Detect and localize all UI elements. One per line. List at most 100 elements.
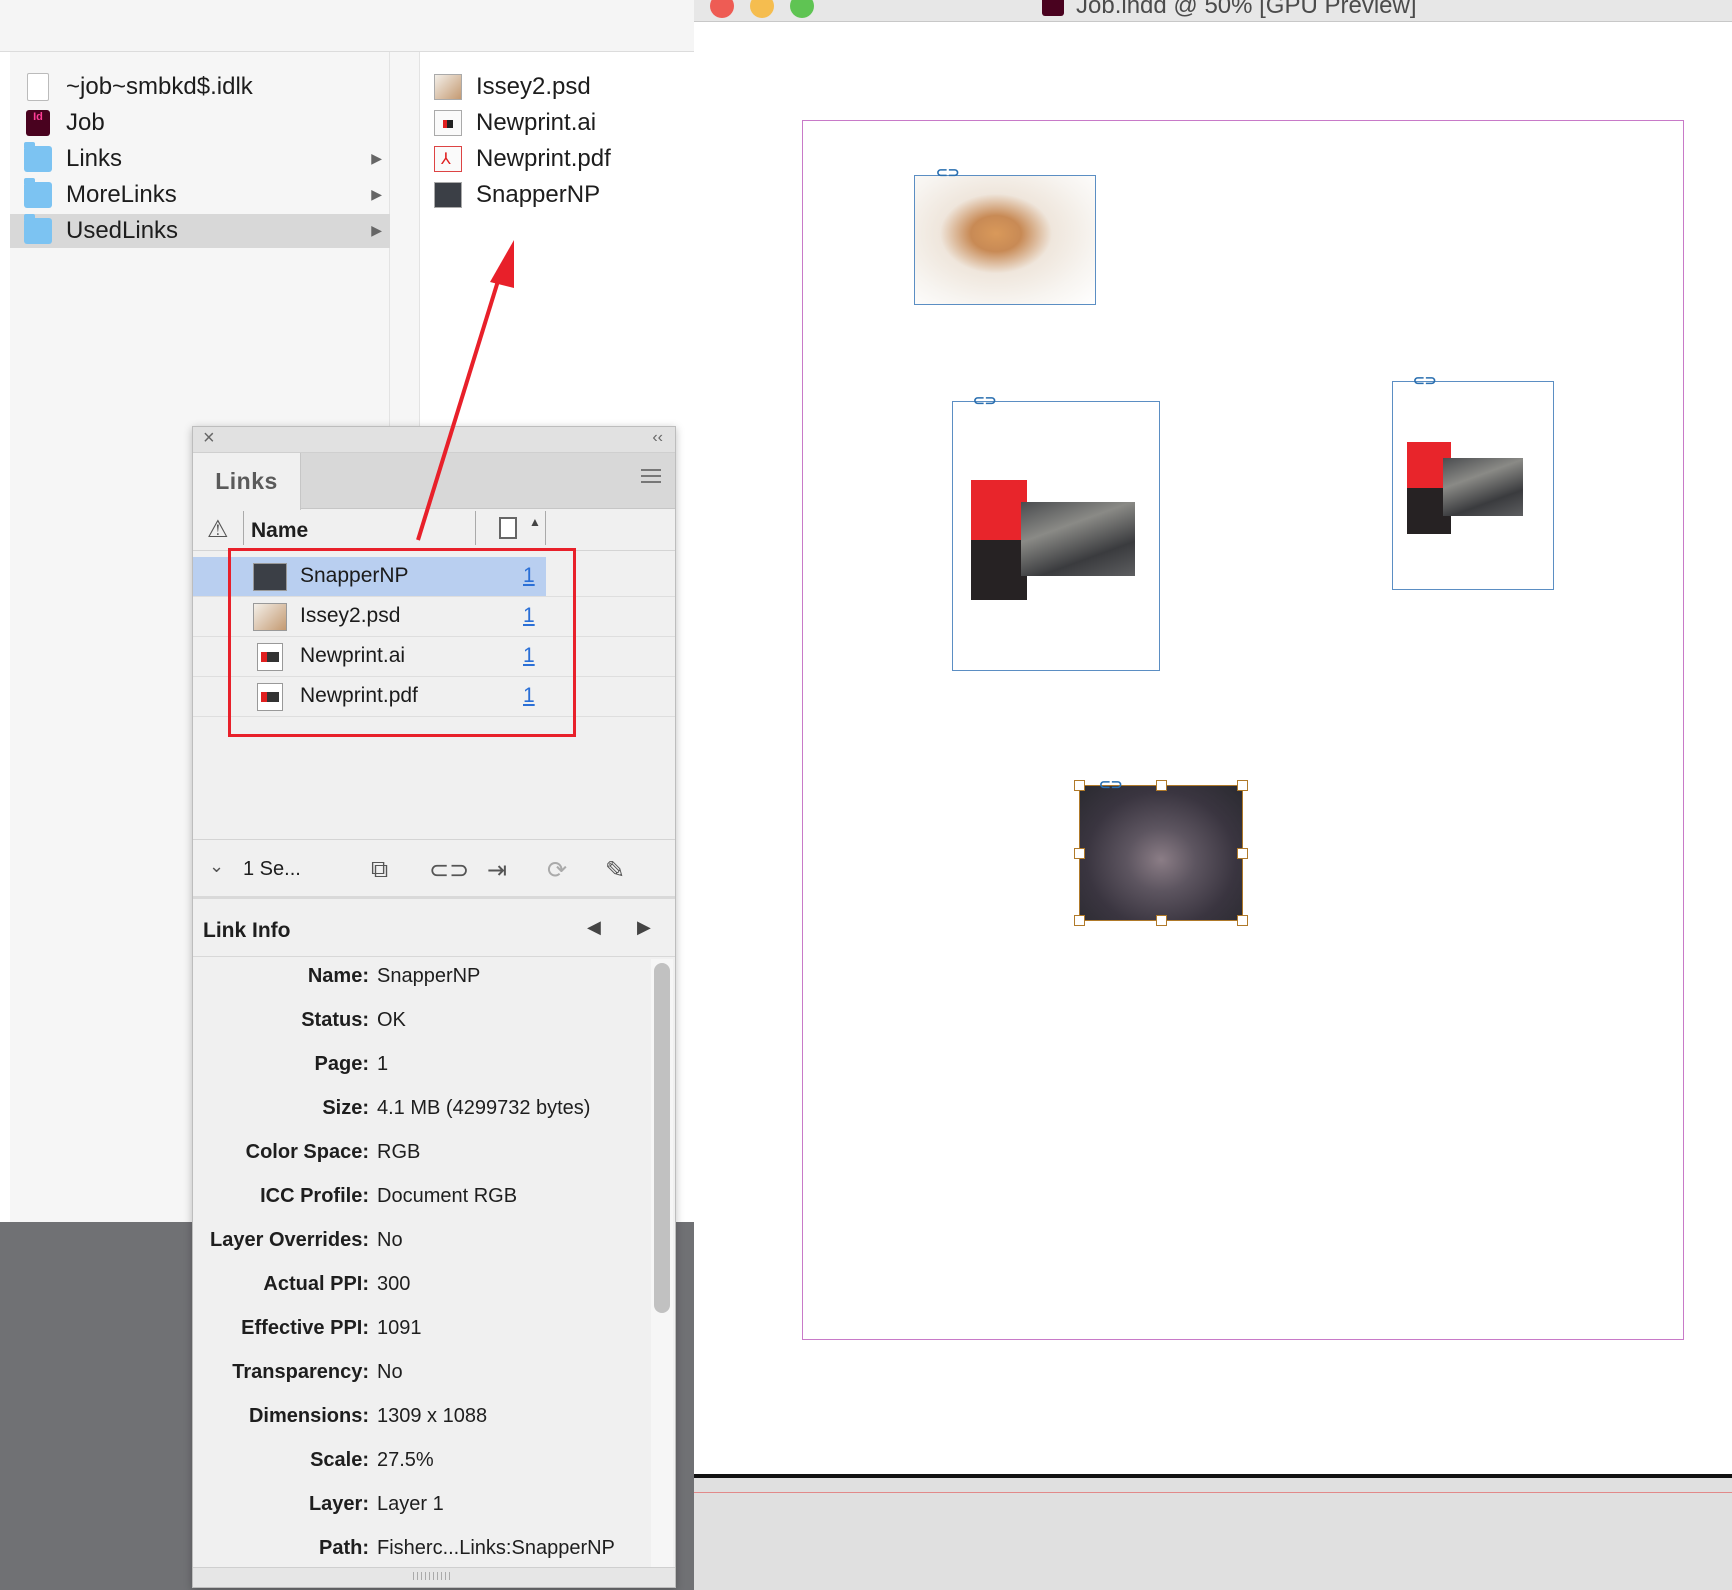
chevron-down-icon[interactable]: ⌄ bbox=[209, 856, 224, 877]
document-page[interactable]: ⊂⊃ ⊂⊃ ⊂⊃ ⊂⊃ bbox=[802, 120, 1684, 1340]
info-row-page: Page: 1 bbox=[193, 1053, 653, 1083]
folder-icon bbox=[24, 214, 52, 244]
info-value: 1309 x 1088 bbox=[377, 1405, 488, 1427]
scrollbar-thumb[interactable] bbox=[654, 963, 670, 1313]
previous-link-icon[interactable]: ◀ bbox=[587, 917, 601, 938]
info-row-transparency: Transparency: No bbox=[193, 1361, 653, 1391]
selection-handle[interactable] bbox=[1074, 915, 1085, 926]
cat-photo bbox=[915, 176, 1095, 304]
selection-handle[interactable] bbox=[1074, 848, 1085, 859]
disclosure-arrow-icon: ▶ bbox=[371, 150, 382, 166]
pasteboard-bottom bbox=[694, 1474, 1732, 1590]
black-block bbox=[971, 540, 1027, 600]
relink-from-cc-icon[interactable]: ⧉ bbox=[371, 856, 388, 884]
info-label: Dimensions: bbox=[248, 1405, 369, 1427]
collapse-panel-icon[interactable]: ‹‹ bbox=[652, 429, 663, 447]
selection-handle[interactable] bbox=[1156, 915, 1167, 926]
next-link-icon[interactable]: ▶ bbox=[637, 917, 651, 938]
info-label: Color Space: bbox=[245, 1141, 369, 1163]
ai-file-icon bbox=[434, 110, 462, 136]
finder-item-label: MoreLinks bbox=[66, 181, 177, 208]
annotation-highlight-box bbox=[228, 548, 576, 737]
edit-original-icon[interactable]: ✎ bbox=[605, 856, 625, 885]
link-badge-icon: ⊂⊃ bbox=[1099, 776, 1123, 792]
finder-item-idlk[interactable]: ~job~smbkd$.idlk bbox=[10, 70, 390, 104]
panel-topbar: × ‹‹ bbox=[193, 427, 675, 453]
info-row-scale: Scale: 27.5% bbox=[193, 1449, 653, 1479]
link-info-list: Name: SnapperNP Status: OK Page: 1 Size: 4.1… bbox=[193, 957, 653, 1567]
image-frame-newprint-ai[interactable] bbox=[1392, 381, 1554, 590]
selection-handle[interactable] bbox=[1156, 780, 1167, 791]
finder-item-morelinks[interactable]: MoreLinks ▶ bbox=[10, 178, 390, 212]
minimize-window-button[interactable] bbox=[750, 0, 774, 18]
finder-file-snapper[interactable]: SnapperNP bbox=[420, 178, 694, 212]
selection-handle[interactable] bbox=[1237, 780, 1248, 791]
info-label: Transparency: bbox=[232, 1361, 369, 1383]
turtle-photo bbox=[1021, 502, 1135, 576]
links-toolbar: ⌄ 1 Se... ⧉ ⊂⊃ ⇥ ⟳ ✎ bbox=[193, 839, 675, 899]
link-badge-icon: ⊂⊃ bbox=[973, 392, 997, 408]
turtle-photo bbox=[1443, 458, 1523, 516]
link-badge-icon: ⊂⊃ bbox=[936, 164, 960, 180]
finder-item-label: ~job~smbkd$.idlk bbox=[66, 73, 253, 100]
finder-file-issey[interactable]: Issey2.psd bbox=[420, 70, 694, 104]
page-column-icon[interactable] bbox=[499, 517, 517, 539]
info-row-name: Name: SnapperNP bbox=[193, 965, 653, 995]
sort-ascending-icon[interactable]: ▲ bbox=[529, 515, 541, 529]
close-panel-icon[interactable]: × bbox=[203, 427, 215, 450]
info-label: Page: bbox=[314, 1053, 369, 1075]
image-frame-issey[interactable] bbox=[914, 175, 1096, 305]
info-value: SnapperNP bbox=[377, 965, 481, 987]
finder-item-label: Links bbox=[66, 145, 123, 172]
info-value: 1 bbox=[377, 1053, 389, 1075]
info-label: Layer: bbox=[308, 1493, 369, 1515]
image-frame-snapper[interactable] bbox=[1074, 780, 1248, 926]
selection-summary: 1 Se... bbox=[243, 858, 301, 880]
info-label: Status: bbox=[301, 1009, 369, 1031]
links-column-header: ⚠ Name ▲ bbox=[193, 511, 675, 551]
info-value: RGB bbox=[377, 1141, 421, 1163]
info-label: ICC Profile: bbox=[260, 1185, 369, 1207]
info-label: Name: bbox=[307, 965, 369, 987]
finder-file-label: Newprint.ai bbox=[476, 109, 597, 136]
info-row-layer-overrides: Layer Overrides: No bbox=[193, 1229, 653, 1259]
info-value: 4.1 MB (4299732 bytes) bbox=[377, 1097, 591, 1119]
image-thumbnail-icon bbox=[434, 182, 462, 208]
finder-toolbar bbox=[0, 0, 694, 52]
finder-item-job[interactable]: Id Job bbox=[10, 106, 390, 140]
document-window: Job.indd @ 50% [GPU Preview] ⊂⊃ ⊂⊃ ⊂⊃ ⊂⊃ bbox=[694, 0, 1732, 1590]
snapping-turtle-photo bbox=[1080, 786, 1242, 920]
document-titlebar: Job.indd @ 50% [GPU Preview] bbox=[694, 0, 1732, 22]
name-column-header[interactable]: Name bbox=[251, 519, 308, 543]
go-to-link-icon[interactable]: ⇥ bbox=[487, 856, 507, 885]
update-link-icon[interactable]: ⟳ bbox=[547, 856, 567, 885]
finder-file-label: Issey2.psd bbox=[476, 73, 591, 100]
document-title: Job.indd @ 50% [GPU Preview] bbox=[1076, 0, 1417, 19]
image-thumbnail-icon bbox=[434, 74, 462, 100]
link-info-header: Link Info ◀ ▶ bbox=[193, 903, 675, 957]
image-frame-newprint-pdf[interactable] bbox=[952, 401, 1160, 671]
info-value: 1091 bbox=[377, 1317, 422, 1339]
finder-file-newprint-ai[interactable]: Newprint.ai bbox=[420, 106, 694, 140]
info-label: Size: bbox=[322, 1097, 369, 1119]
finder-item-links[interactable]: Links ▶ bbox=[10, 142, 390, 176]
info-row-actual-ppi: Actual PPI: 300 bbox=[193, 1273, 653, 1303]
selection-handle[interactable] bbox=[1237, 915, 1248, 926]
info-label: Scale: bbox=[310, 1449, 369, 1471]
finder-item-usedlinks[interactable]: UsedLinks ▶ bbox=[10, 214, 390, 248]
info-value: OK bbox=[377, 1009, 406, 1031]
finder-file-newprint-pdf[interactable]: ⅄ Newprint.pdf bbox=[420, 142, 694, 176]
info-value: Layer 1 bbox=[377, 1493, 444, 1515]
panel-resize-grip[interactable] bbox=[193, 1567, 675, 1587]
zoom-window-button[interactable] bbox=[790, 0, 814, 18]
info-row-color-space: Color Space: RGB bbox=[193, 1141, 653, 1171]
selection-handle[interactable] bbox=[1237, 848, 1248, 859]
close-window-button[interactable] bbox=[710, 0, 734, 18]
info-row-path: Path: Fisherc...Links:SnapperNP bbox=[193, 1537, 653, 1567]
relink-icon[interactable]: ⊂⊃ bbox=[429, 856, 469, 885]
panel-menu-icon[interactable] bbox=[641, 469, 661, 483]
tab-links[interactable]: Links bbox=[193, 453, 301, 510]
warning-icon[interactable]: ⚠ bbox=[207, 515, 229, 544]
info-value: Fisherc...Links:SnapperNP bbox=[377, 1537, 615, 1559]
selection-handle[interactable] bbox=[1074, 780, 1085, 791]
